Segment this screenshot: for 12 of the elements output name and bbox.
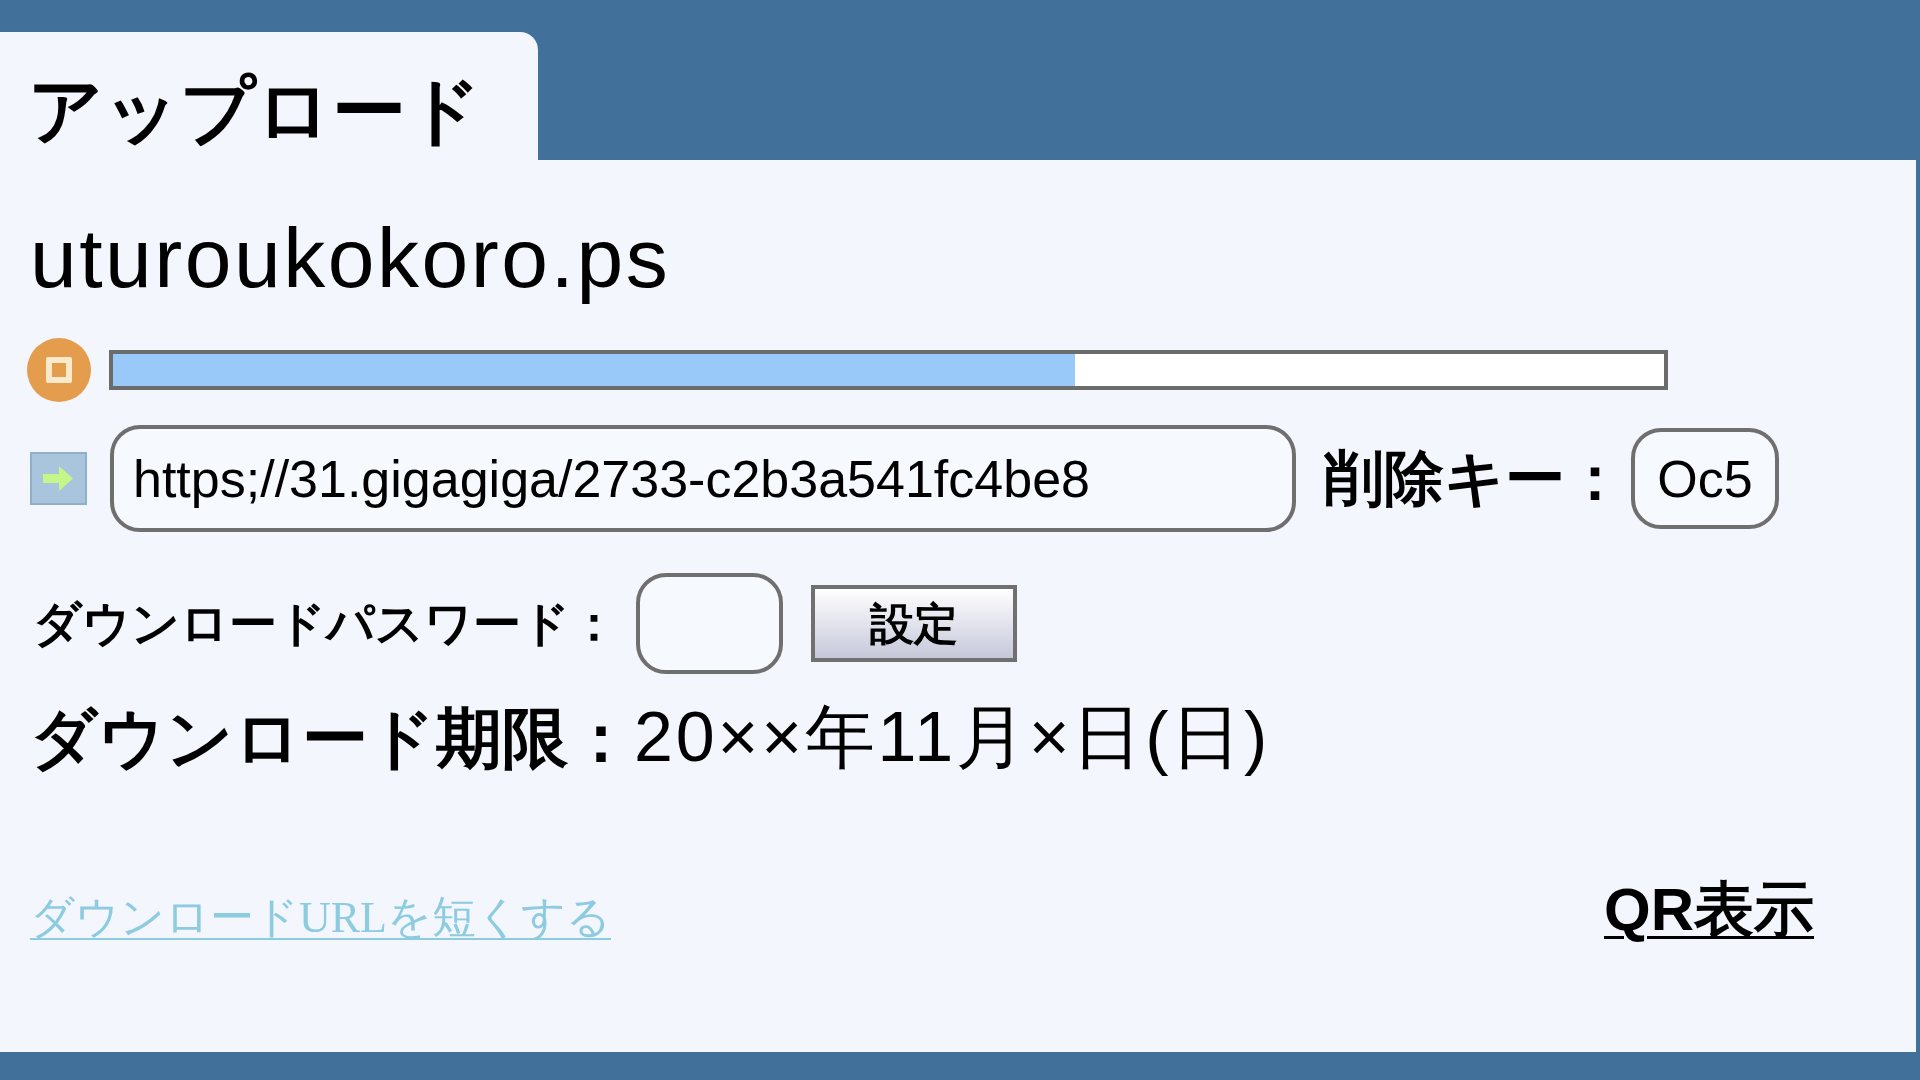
url-field[interactable]: https;//31.gigagiga/2733-c2b3a541fc4be8 xyxy=(110,425,1296,532)
expiry-label: ダウンロード期限： xyxy=(30,706,634,772)
password-label: ダウンロードパスワード： xyxy=(33,599,618,648)
qr-code-link[interactable]: QR表示 xyxy=(1604,880,1814,940)
stop-icon[interactable] xyxy=(27,338,91,402)
set-button[interactable]: 設定 xyxy=(811,585,1017,662)
tab-title: アップロード xyxy=(28,74,482,148)
arrow-right-icon[interactable] xyxy=(30,452,87,505)
delete-key-label: 削除キー： xyxy=(1324,448,1625,509)
password-field[interactable] xyxy=(636,573,783,674)
file-name: uturoukokoro.ps xyxy=(30,211,671,305)
delete-key-field[interactable]: Oc5 xyxy=(1631,428,1779,529)
